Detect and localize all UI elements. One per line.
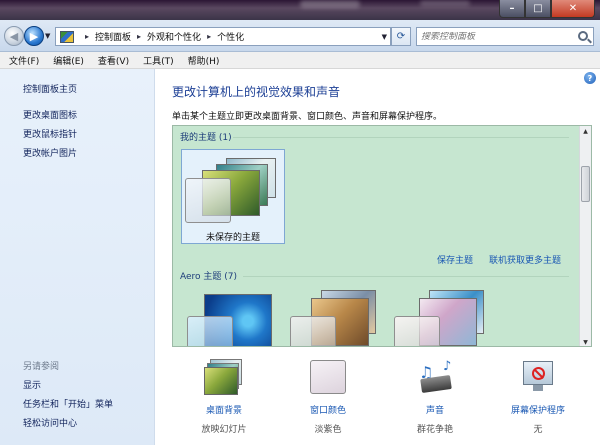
window-color-label[interactable]: 窗口颜色 <box>283 403 373 416</box>
menu-help[interactable]: 帮助(H) <box>181 54 227 67</box>
change-desktop-icons-link[interactable]: 更改桌面图标 <box>23 108 77 121</box>
main-content: ? 更改计算机上的视觉效果和声音 单击某个主题立即更改桌面背景、窗口颜色、声音和… <box>155 69 600 445</box>
title-bar: – □ ✕ <box>0 0 600 20</box>
display-link[interactable]: 显示 <box>23 378 41 391</box>
section-divider <box>233 137 569 138</box>
search-icon[interactable] <box>578 31 588 41</box>
title-glow <box>300 0 360 8</box>
desktop-background-setting[interactable]: 桌面背景 放映幻灯片 <box>179 359 269 435</box>
ease-of-access-link[interactable]: 轻松访问中心 <box>23 416 77 429</box>
page-title: 更改计算机上的视觉效果和声音 <box>172 85 341 99</box>
window-color-swatch <box>394 316 440 346</box>
window-color-icon <box>308 359 348 395</box>
get-more-themes-link[interactable]: 联机获取更多主题 <box>489 253 561 266</box>
window-color-swatch <box>185 178 231 223</box>
menu-file[interactable]: 文件(F) <box>2 54 46 67</box>
address-dropdown-icon[interactable]: ▼ <box>382 33 387 41</box>
search-box[interactable] <box>416 27 594 46</box>
maximize-button[interactable]: □ <box>525 0 551 18</box>
refresh-button[interactable]: ⟳ <box>391 27 411 46</box>
my-themes-header: 我的主题 (1) <box>180 133 232 143</box>
change-account-picture-link[interactable]: 更改帐户图片 <box>23 146 77 159</box>
sound-icon: ♫ ♪ <box>415 359 455 395</box>
breadcrumb-appearance[interactable]: 外观和个性化 <box>147 30 201 43</box>
screensaver-icon <box>518 359 558 395</box>
aero-themes-header: Aero 主题 (7) <box>180 272 238 282</box>
navigation-bar: ◀ ▶ ▼ ▸ 控制面板 ▸ 外观和个性化 ▸ 个性化 ▼ ⟳ <box>0 20 600 52</box>
theme-unsaved[interactable]: 未保存的主题 <box>181 149 285 244</box>
desktop-background-value: 放映幻灯片 <box>201 425 247 435</box>
page-description: 单击某个主题立即更改桌面背景、窗口颜色、声音和屏幕保护程序。 <box>172 112 443 122</box>
back-button[interactable]: ◀ <box>4 26 24 46</box>
scroll-down-icon[interactable]: ▼ <box>580 337 591 346</box>
scroll-up-icon[interactable]: ▲ <box>580 126 591 137</box>
breadcrumb-separator[interactable]: ▸ <box>137 32 141 41</box>
section-divider <box>243 276 569 277</box>
taskbar-start-menu-link[interactable]: 任务栏和「开始」菜单 <box>23 397 113 410</box>
address-bar[interactable]: ▸ 控制面板 ▸ 外观和个性化 ▸ 个性化 ▼ <box>55 27 391 46</box>
control-panel-icon <box>60 30 74 43</box>
screensaver-setting[interactable]: 屏幕保护程序 无 <box>493 359 583 435</box>
minimize-button[interactable]: – <box>499 0 525 18</box>
theme-name: 未保存的主题 <box>206 233 261 243</box>
breadcrumb-control-panel[interactable]: 控制面板 <box>95 30 131 43</box>
see-also-heading: 另请参阅 <box>23 362 60 372</box>
window-color-swatch <box>187 316 233 346</box>
change-mouse-pointers-link[interactable]: 更改鼠标指针 <box>23 127 77 140</box>
scroll-thumb[interactable] <box>581 166 590 202</box>
forward-button[interactable]: ▶ <box>24 26 44 46</box>
screensaver-value: 无 <box>533 425 543 435</box>
menu-edit[interactable]: 编辑(E) <box>46 54 91 67</box>
sound-label[interactable]: 声音 <box>390 403 480 416</box>
menu-view[interactable]: 查看(V) <box>91 54 136 67</box>
search-input[interactable] <box>421 31 571 42</box>
theme-list[interactable]: 我的主题 (1) 未保存的主题 保存主题 联机获取更多主题 Aero 主题 (7… <box>172 125 592 347</box>
desktop-background-label[interactable]: 桌面背景 <box>179 403 269 416</box>
sound-setting[interactable]: ♫ ♪ 声音 群花争艳 <box>390 359 480 435</box>
desktop-background-icon <box>204 359 244 395</box>
breadcrumb-separator[interactable]: ▸ <box>85 32 89 41</box>
window-color-swatch <box>290 316 336 346</box>
theme-list-scrollbar[interactable]: ▲ ▼ <box>579 126 591 346</box>
window-color-value: 淡紫色 <box>314 425 342 435</box>
window-controls: – □ ✕ <box>499 0 595 18</box>
save-theme-link[interactable]: 保存主题 <box>437 253 473 266</box>
breadcrumb-separator[interactable]: ▸ <box>207 32 211 41</box>
help-icon[interactable]: ? <box>584 72 596 84</box>
sound-value: 群花争艳 <box>416 425 453 435</box>
screensaver-label[interactable]: 屏幕保护程序 <box>493 403 583 416</box>
menu-tools[interactable]: 工具(T) <box>136 54 181 67</box>
title-glow <box>420 0 470 6</box>
left-task-pane: 控制面板主页 更改桌面图标 更改鼠标指针 更改帐户图片 另请参阅 显示 任务栏和… <box>0 69 155 445</box>
control-panel-home-link[interactable]: 控制面板主页 <box>23 82 77 95</box>
breadcrumb-personalization[interactable]: 个性化 <box>217 30 244 43</box>
close-button[interactable]: ✕ <box>551 0 595 18</box>
window-color-setting[interactable]: 窗口颜色 淡紫色 <box>283 359 373 435</box>
recent-pages-dropdown[interactable]: ▼ <box>45 32 50 40</box>
menu-bar: 文件(F) 编辑(E) 查看(V) 工具(T) 帮助(H) <box>0 52 600 69</box>
